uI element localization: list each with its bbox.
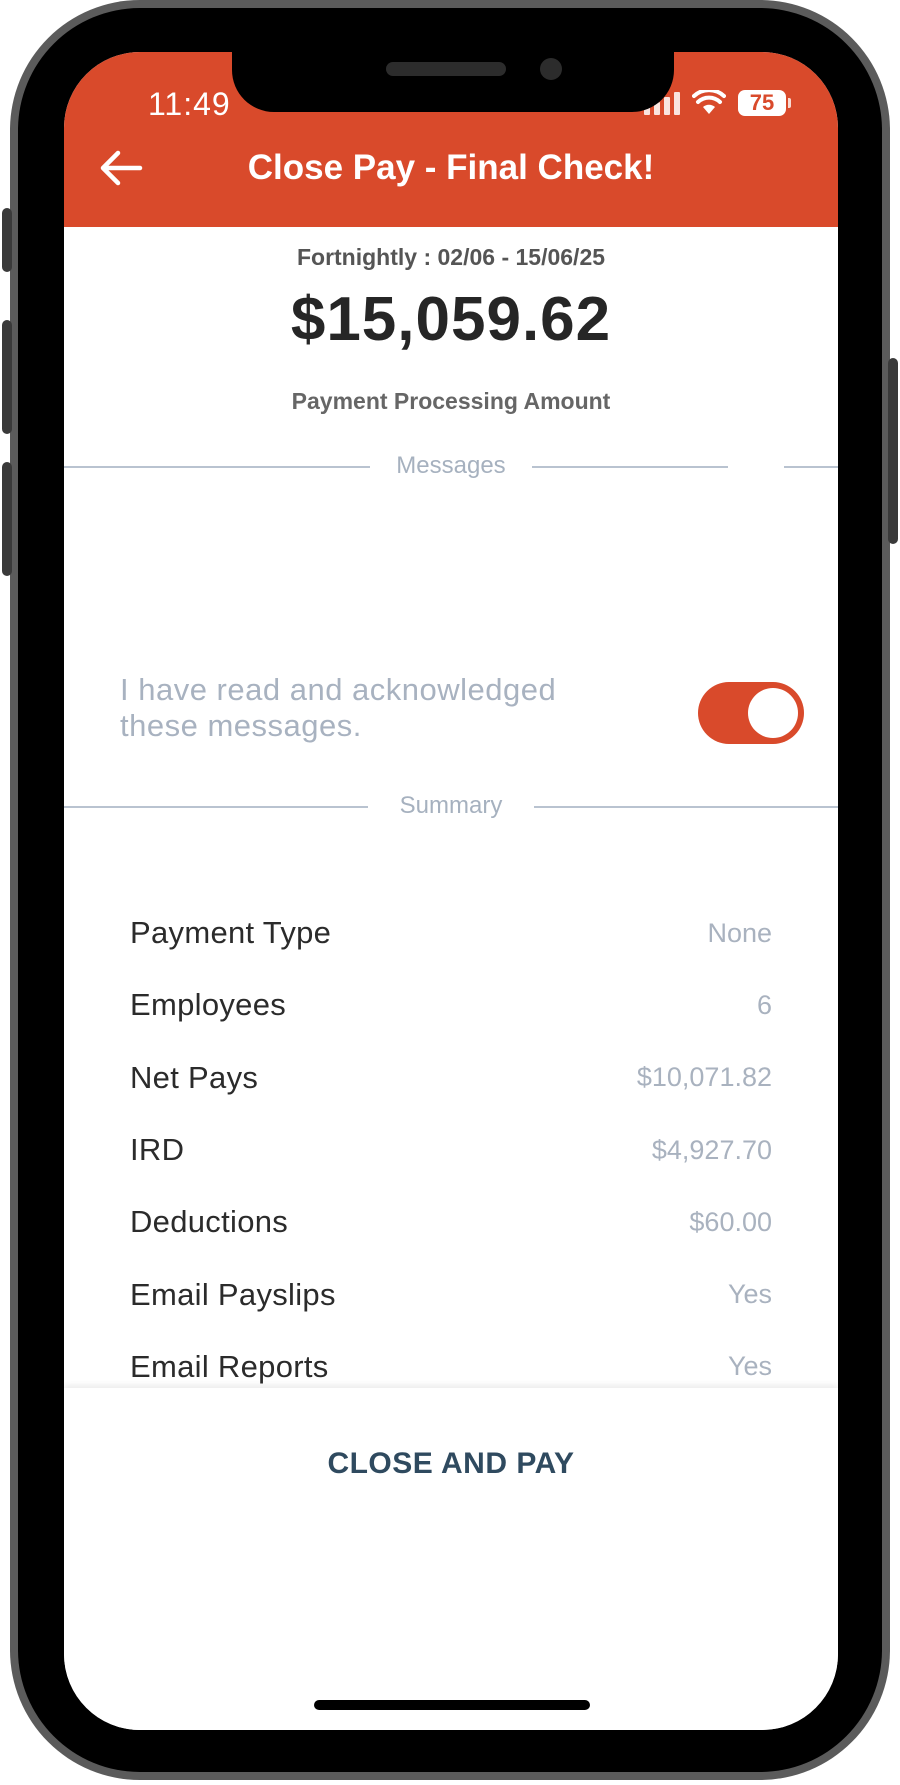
summary-divider-right bbox=[534, 806, 838, 808]
device-notch bbox=[232, 52, 674, 112]
payment-amount: $15,059.62 bbox=[290, 285, 612, 354]
summary-divider-left bbox=[64, 806, 368, 808]
canvas: 11:49 75 Close Pay - Final Check! Fortni… bbox=[0, 0, 900, 1785]
summary-value: Yes bbox=[727, 1351, 772, 1382]
acknowledge-text: I have read and acknowledged these messa… bbox=[120, 672, 557, 743]
summary-value: $60.00 bbox=[689, 1206, 772, 1237]
home-indicator[interactable] bbox=[314, 1700, 590, 1710]
volume-down-button bbox=[2, 462, 12, 576]
phone-screen: 11:49 75 Close Pay - Final Check! Fortni… bbox=[64, 52, 838, 1730]
speaker-grille bbox=[386, 62, 506, 76]
summary-row-deductions: Deductions $60.00 bbox=[130, 1186, 772, 1258]
summary-row-payment-type: Payment Type None bbox=[130, 897, 772, 969]
summary-value: None bbox=[707, 917, 772, 948]
pay-period: Fortnightly : 02/06 - 15/06/25 bbox=[296, 244, 606, 270]
wifi-icon bbox=[692, 90, 726, 114]
summary-key: Net Pays bbox=[130, 1059, 259, 1095]
summary-value: $4,927.70 bbox=[651, 1134, 772, 1165]
summary-key: Payment Type bbox=[130, 915, 332, 951]
summary-value: Yes bbox=[727, 1279, 772, 1310]
summary-value: $10,071.82 bbox=[636, 1062, 772, 1093]
messages-divider-left bbox=[64, 466, 370, 468]
summary-row-email-payslips: Email Payslips Yes bbox=[130, 1258, 772, 1330]
silent-switch bbox=[2, 208, 12, 272]
summary-row-net-pays: Net Pays $10,071.82 bbox=[130, 1042, 772, 1114]
summary-key: Employees bbox=[130, 987, 287, 1023]
summary-key: Email Payslips bbox=[130, 1276, 336, 1312]
summary-key: IRD bbox=[130, 1132, 185, 1168]
app-header: 11:49 75 Close Pay - Final Check! bbox=[64, 52, 838, 227]
messages-section-label: Messages bbox=[396, 452, 506, 479]
messages-divider-end bbox=[784, 466, 838, 468]
status-time: 11:49 bbox=[148, 86, 231, 122]
close-and-pay-button[interactable]: CLOSE AND PAY bbox=[64, 1428, 838, 1498]
volume-up-button bbox=[2, 320, 12, 434]
summary-section-label: Summary bbox=[399, 792, 503, 819]
battery-icon: 75 bbox=[738, 90, 791, 116]
summary-key: Email Reports bbox=[130, 1348, 329, 1384]
power-button bbox=[888, 358, 898, 544]
page-title: Close Pay - Final Check! bbox=[247, 148, 655, 187]
summary-key: Deductions bbox=[130, 1204, 289, 1240]
front-camera bbox=[540, 58, 562, 80]
messages-divider-right bbox=[532, 466, 728, 468]
summary-list: Payment Type None Employees 6 Net Pays $… bbox=[130, 897, 772, 1403]
summary-row-ird: IRD $4,927.70 bbox=[130, 1114, 772, 1186]
summary-value: 6 bbox=[756, 989, 772, 1020]
payment-amount-label: Payment Processing Amount bbox=[291, 388, 611, 414]
toggle-knob bbox=[748, 688, 798, 738]
battery-level: 75 bbox=[749, 90, 775, 115]
acknowledge-toggle[interactable] bbox=[698, 682, 804, 744]
summary-row-employees: Employees 6 bbox=[130, 969, 772, 1041]
